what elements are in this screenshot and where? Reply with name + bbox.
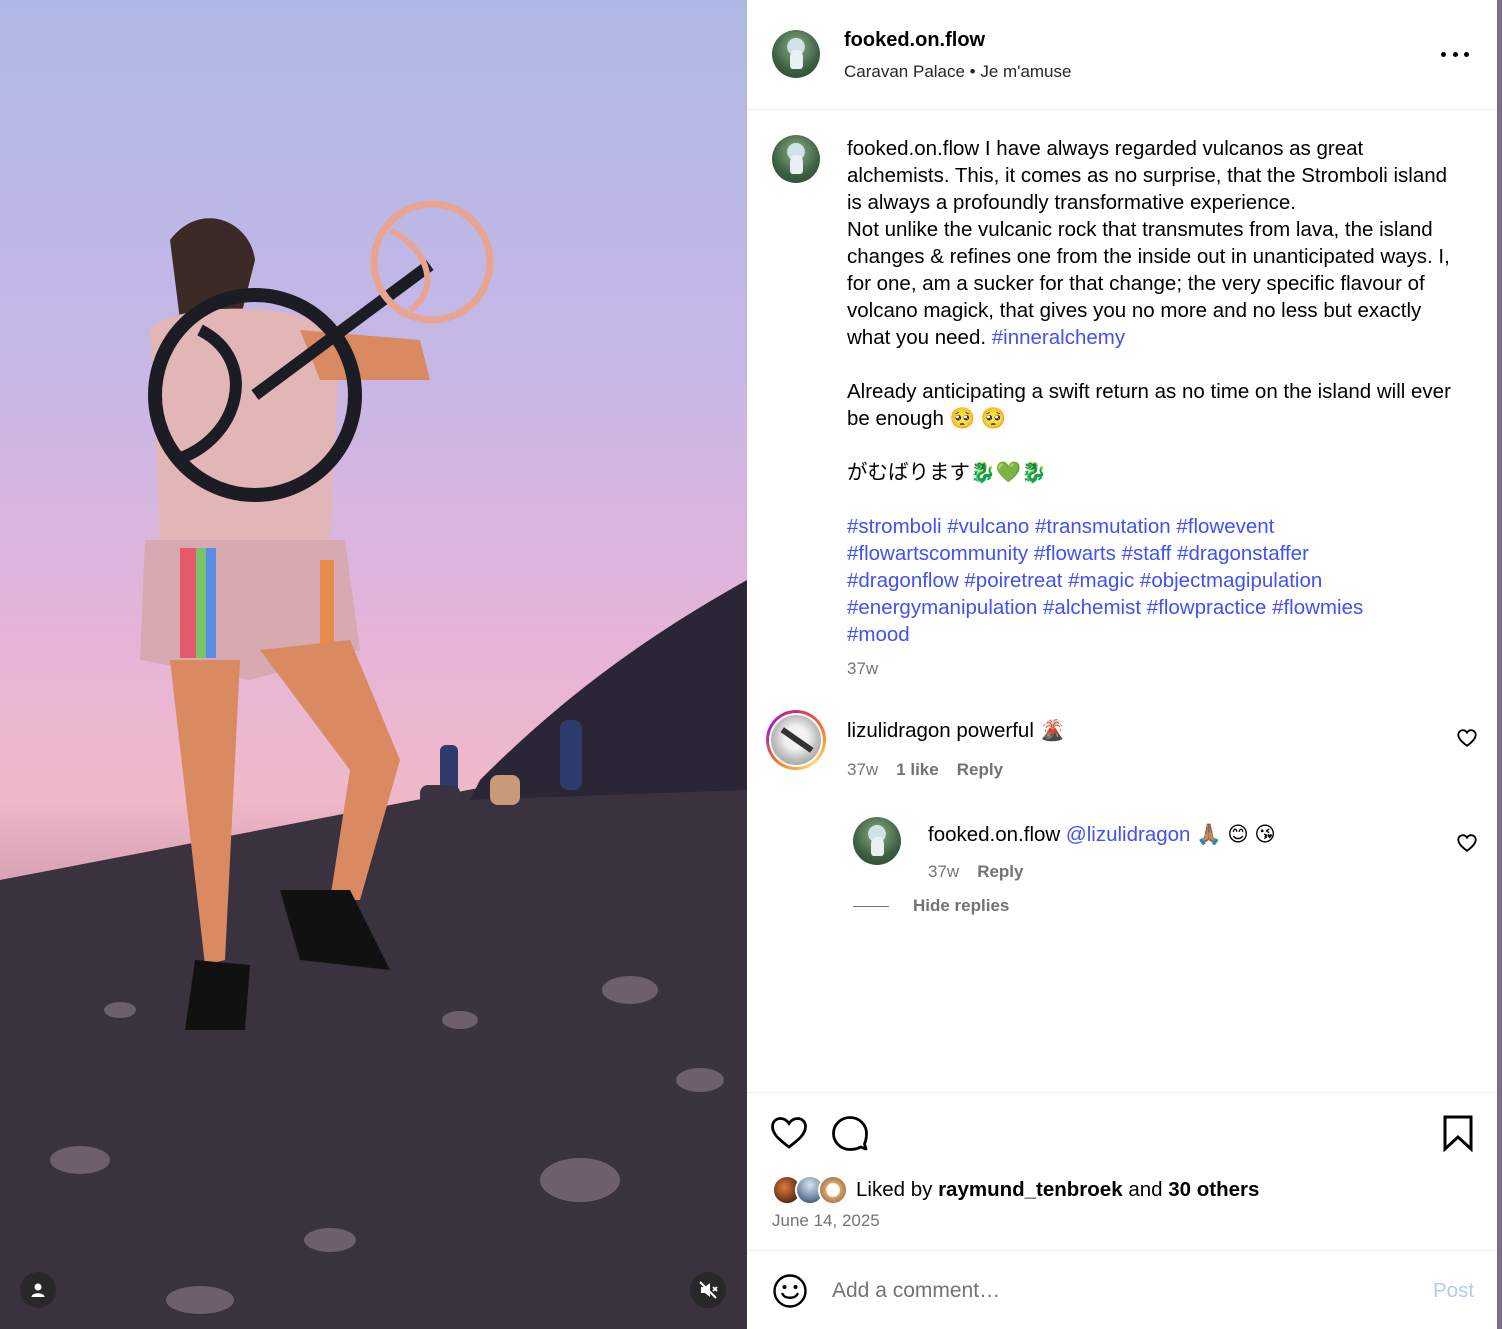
caption-hashtag[interactable]: #inneralchemy: [992, 326, 1125, 349]
hashtag-link[interactable]: #alchemist: [1043, 596, 1141, 619]
bookmark-icon[interactable]: [1438, 1113, 1478, 1153]
hashtag-link[interactable]: #magic: [1068, 569, 1134, 592]
reply-text: fooked.on.flow @lizulidragon 🙏🏽 😊 😘: [928, 822, 1276, 847]
hashtag-link[interactable]: #dragonflow: [847, 569, 959, 592]
reply-like-heart-icon[interactable]: [1456, 832, 1478, 854]
post-actions-bar: Liked by raymund_tenbroek and 30 others …: [747, 1092, 1497, 1250]
post-video-frame: [0, 200, 747, 1329]
hashtag-link[interactable]: #poiretreat: [964, 569, 1062, 592]
author-username[interactable]: fooked.on.flow: [844, 29, 985, 52]
reply-author-avatar[interactable]: [853, 817, 901, 865]
comment-text: lizulidragon powerful 🌋: [847, 719, 1065, 743]
hashtag-link[interactable]: #flowartscommunity: [847, 542, 1028, 565]
post-header: fooked.on.flow Caravan Palace • Je m'amu…: [747, 0, 1497, 110]
likes-summary[interactable]: Liked by raymund_tenbroek and 30 others: [772, 1175, 1259, 1205]
reply-reply-button[interactable]: Reply: [977, 862, 1023, 882]
caption-username[interactable]: fooked.on.flow: [847, 137, 979, 160]
hashtag-link[interactable]: #flowevent: [1176, 515, 1274, 538]
likes-others-link[interactable]: 30 others: [1168, 1178, 1259, 1201]
audio-track-link[interactable]: Caravan Palace • Je m'amuse: [844, 62, 1071, 82]
add-comment-bar: Post: [747, 1250, 1497, 1329]
hashtag-link[interactable]: #dragonstaffer: [1177, 542, 1309, 565]
liker-avatars: [772, 1175, 852, 1205]
comment-meta: 37w 1 like Reply: [847, 760, 1003, 780]
hashtag-link[interactable]: #staff: [1122, 542, 1172, 565]
heart-icon[interactable]: [769, 1113, 809, 1153]
more-options-icon[interactable]: [1441, 42, 1469, 66]
commenter-avatar-story-ring[interactable]: [766, 710, 826, 770]
likes-mid: and: [1122, 1178, 1169, 1201]
post-side-panel: fooked.on.flow Caravan Palace • Je m'amu…: [747, 0, 1497, 1329]
emoji-smiley-icon[interactable]: [772, 1273, 808, 1309]
comment-reply-button[interactable]: Reply: [957, 760, 1003, 780]
volume-muted-icon: [699, 1281, 718, 1299]
post-date[interactable]: June 14, 2025: [772, 1211, 880, 1231]
comment-timestamp[interactable]: 37w: [847, 760, 878, 780]
post-comment-button[interactable]: Post: [1433, 1279, 1474, 1303]
comment-body: powerful 🌋: [956, 719, 1066, 742]
reply-body: 🙏🏽 😊 😘: [1196, 823, 1276, 846]
reply-timestamp[interactable]: 37w: [928, 862, 959, 882]
reply-meta: 37w Reply: [928, 862, 1023, 882]
hashtag-link[interactable]: #flowpractice: [1147, 596, 1267, 619]
window-edge: [1497, 0, 1502, 1329]
post-caption: fooked.on.flow I have always regarded vu…: [847, 135, 1467, 648]
user-tag-icon: [31, 1283, 45, 1297]
comment-like-heart-icon[interactable]: [1456, 727, 1478, 749]
hashtag-link[interactable]: #stromboli: [847, 515, 942, 538]
hide-replies-button[interactable]: Hide replies: [853, 896, 1009, 916]
post-media[interactable]: [0, 0, 747, 1329]
mute-button[interactable]: [690, 1272, 726, 1308]
likes-prefix: Liked by: [856, 1178, 939, 1201]
author-avatar[interactable]: [772, 30, 820, 78]
comment-likes-count[interactable]: 1 like: [896, 760, 939, 780]
hashtag-link[interactable]: #flowarts: [1034, 542, 1116, 565]
hashtag-link[interactable]: #energymanipulation: [847, 596, 1037, 619]
comments-scroll-area[interactable]: fooked.on.flow I have always regarded vu…: [747, 110, 1497, 1092]
hashtag-link[interactable]: #transmutation: [1035, 515, 1171, 538]
caption-second-paragraph: Already anticipating a swift return as n…: [847, 380, 1451, 484]
comment-input[interactable]: [832, 1275, 1392, 1307]
likes-text: Liked by raymund_tenbroek and 30 others: [856, 1178, 1259, 1202]
liker-avatar: [818, 1175, 848, 1205]
reply-mention-link[interactable]: @lizulidragon: [1066, 823, 1191, 846]
hashtag-link[interactable]: #flowmies: [1272, 596, 1363, 619]
comment-username[interactable]: lizulidragon: [847, 719, 951, 742]
hide-replies-line: [853, 905, 889, 907]
caption-timestamp[interactable]: 37w: [847, 659, 878, 679]
liker-username[interactable]: raymund_tenbroek: [938, 1178, 1123, 1201]
hide-replies-label: Hide replies: [913, 896, 1010, 915]
hashtag-link[interactable]: #mood: [847, 623, 910, 646]
hashtag-link[interactable]: #objectmagipulation: [1140, 569, 1322, 592]
commenter-avatar: [771, 715, 821, 765]
hashtag-link[interactable]: #vulcano: [947, 515, 1029, 538]
reply-username[interactable]: fooked.on.flow: [928, 823, 1060, 846]
comment-bubble-icon[interactable]: [830, 1113, 870, 1153]
caption-author-avatar[interactable]: [772, 135, 820, 183]
caption-body: I have always regarded vulcanos as great…: [847, 137, 1450, 349]
user-tag-button[interactable]: [20, 1272, 56, 1308]
